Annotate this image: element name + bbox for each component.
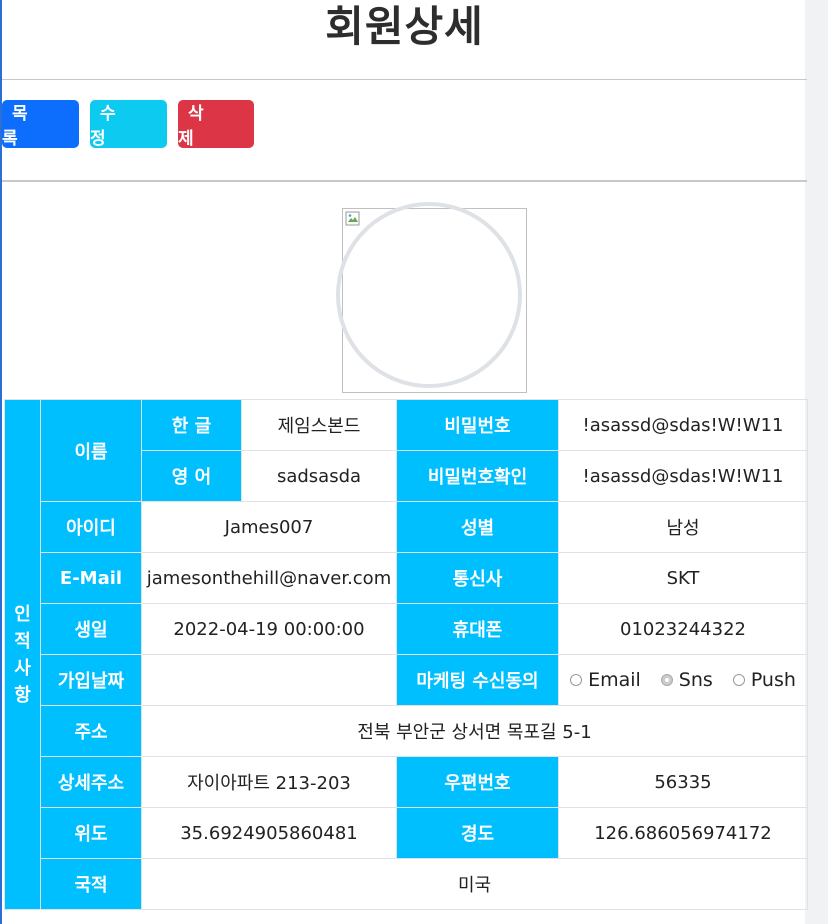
page-title: 회원상세 [325, 2, 484, 51]
gender-header: 성별 [396, 501, 559, 553]
english-name-value: sadsasda [241, 450, 397, 502]
birth-value: 2022-04-19 00:00:00 [141, 603, 397, 655]
member-detail-page: 회원상세 목 록 수 정 삭 제 인 적 사 항 이름 한 글 제임스본드 비밀… [0, 0, 808, 924]
korean-name-value: 제임스본드 [241, 399, 397, 451]
broken-image-icon [345, 211, 360, 226]
member-info-table: 인 적 사 항 이름 한 글 제임스본드 비밀번호 !asassd@sdas!W… [4, 399, 808, 910]
password-value: !asassd@sdas!W!W11 [558, 399, 808, 451]
nationality-header: 국적 [40, 858, 142, 910]
user-id-header: 아이디 [40, 501, 142, 553]
marketing-sns-option[interactable]: Sns [660, 669, 713, 691]
table-row: 국적 미국 [5, 858, 808, 910]
table-row: 주소 전북 부안군 상서면 목포길 5-1 [5, 705, 808, 757]
table-row: 가입날짜 마케팅 수신동의 Email Sns Push [5, 654, 808, 706]
carrier-value: SKT [558, 552, 808, 604]
address-detail-header: 상세주소 [40, 756, 142, 808]
section-label: 인 적 사 항 [4, 399, 41, 910]
sns-radio[interactable] [660, 674, 673, 686]
address-detail-value: 자이아파트 213-203 [141, 756, 397, 808]
email-value: jamesonthehill@naver.com [141, 552, 397, 604]
table-row: 인 적 사 항 이름 한 글 제임스본드 비밀번호 !asassd@sdas!W… [4, 399, 808, 910]
password-confirm-header: 비밀번호확인 [396, 450, 559, 502]
name-header: 이름 [40, 399, 142, 502]
marketing-options: Email Sns Push [558, 654, 808, 706]
phone-value: 01023244322 [558, 603, 808, 655]
nationality-value: 미국 [141, 858, 808, 910]
user-id-value: James007 [141, 501, 397, 553]
marketing-email-option[interactable]: Email [570, 669, 641, 691]
table-row: 위도 35.6924905860481 경도 126.686056974172 [5, 807, 808, 859]
table-row: 상세주소 자이아파트 213-203 우편번호 56335 [5, 756, 808, 808]
latitude-value: 35.6924905860481 [141, 807, 397, 859]
divider [2, 180, 807, 182]
longitude-value: 126.686056974172 [558, 807, 808, 859]
address-header: 주소 [40, 705, 142, 757]
profile-photo-frame [336, 202, 522, 388]
longitude-header: 경도 [396, 807, 559, 859]
marketing-header: 마케팅 수신동의 [396, 654, 559, 706]
zipcode-value: 56335 [558, 756, 808, 808]
korean-name-header: 한 글 [141, 399, 242, 451]
marketing-push-option[interactable]: Push [732, 669, 796, 691]
join-date-header: 가입날짜 [40, 654, 142, 706]
delete-button[interactable]: 삭 제 [178, 100, 254, 149]
table-row: 생일 2022-04-19 00:00:00 휴대폰 01023244322 [5, 603, 808, 655]
push-radio[interactable] [732, 674, 745, 686]
password-confirm-value: !asassd@sdas!W!W11 [558, 450, 808, 502]
latitude-header: 위도 [40, 807, 142, 859]
birth-header: 생일 [40, 603, 142, 655]
english-name-header: 영 어 [141, 450, 242, 502]
table-row: 아이디 James007 성별 남성 [5, 501, 808, 553]
join-date-value [141, 654, 397, 706]
phone-header: 휴대폰 [396, 603, 559, 655]
email-radio[interactable] [570, 674, 583, 686]
email-header: E-Mail [40, 552, 142, 604]
gender-value: 남성 [558, 501, 808, 553]
password-header: 비밀번호 [396, 399, 559, 451]
zipcode-header: 우편번호 [396, 756, 559, 808]
list-button[interactable]: 목 록 [2, 100, 79, 149]
address-value: 전북 부안군 상서면 목포길 5-1 [141, 705, 808, 757]
edit-button[interactable]: 수 정 [90, 100, 167, 149]
carrier-header: 통신사 [396, 552, 559, 604]
divider [2, 79, 807, 80]
table-row: E-Mail jamesonthehill@naver.com 통신사 SKT [5, 552, 808, 604]
